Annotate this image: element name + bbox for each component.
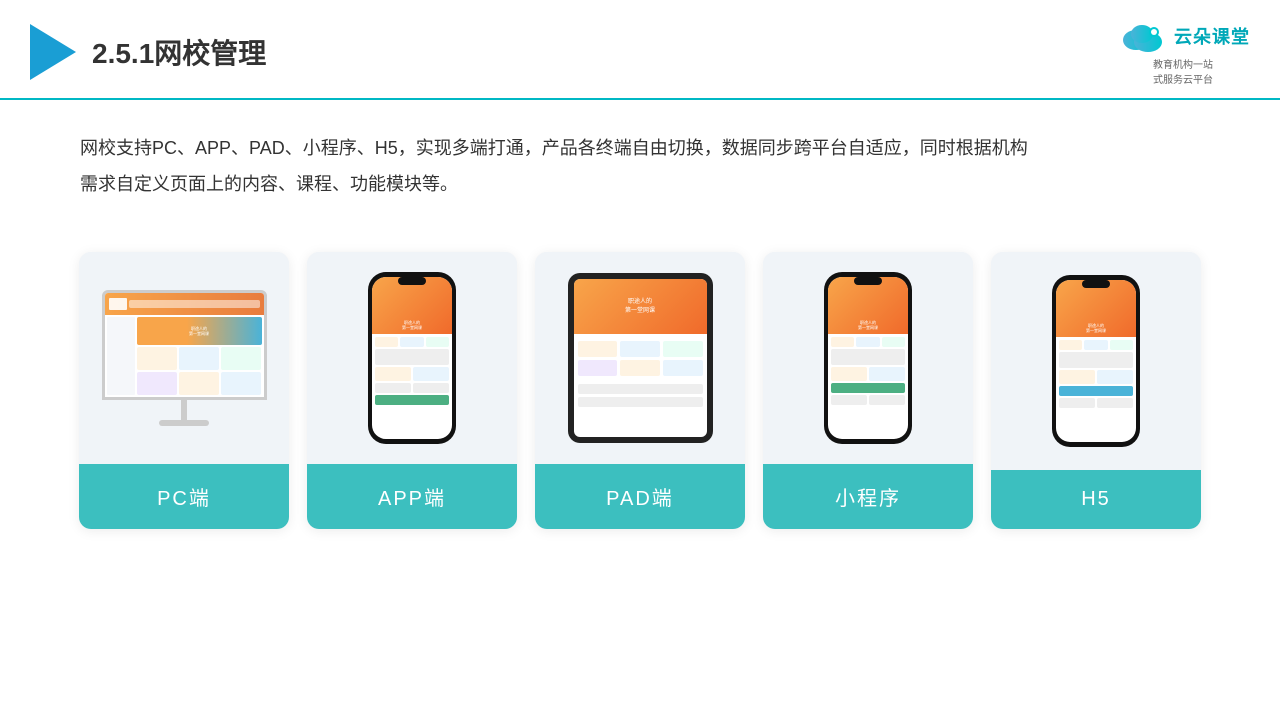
page-title: 2.5.1网校管理 — [92, 32, 266, 72]
phone-row — [1059, 386, 1133, 396]
phone-screen-text: 职途人的第一堂网课 — [402, 320, 422, 331]
phone-screen-h5: 职途人的第一堂网课 — [1056, 280, 1136, 442]
phone-block — [375, 349, 449, 365]
phone-row — [375, 383, 449, 393]
phone-content-mini — [828, 334, 908, 408]
logo-sub: 教育机构一站 式服务云平台 — [1153, 56, 1213, 86]
phone-block — [400, 337, 423, 347]
phone-row — [1059, 352, 1133, 368]
description-text: 网校支持PC、APP、PAD、小程序、H5，实现多端打通，产品各终端自由切换，数… — [0, 100, 1280, 222]
card-h5-label: H5 — [991, 470, 1201, 529]
phone-content — [372, 334, 452, 408]
phone-row — [375, 395, 449, 405]
phone-content-h5 — [1056, 337, 1136, 411]
card-miniapp: 职途人的第一堂网课 — [763, 252, 973, 529]
phone-screen-top-mini: 职途人的第一堂网课 — [828, 277, 908, 334]
phone-row — [831, 367, 905, 381]
phone-block — [856, 337, 879, 347]
phone-block — [413, 383, 449, 393]
h5-phone-illustration: 职途人的第一堂网课 — [1052, 275, 1140, 447]
phone-block — [882, 337, 905, 347]
monitor-stand — [181, 400, 187, 420]
phone-row — [375, 367, 449, 381]
logo-area: 云朵课堂 教育机构一站 式服务云平台 — [1116, 18, 1250, 86]
logo-name: 云朵课堂 — [1174, 23, 1250, 49]
phone-notch-h5 — [1082, 280, 1110, 288]
phone-notch — [398, 277, 426, 285]
cloud-logo: 云朵课堂 — [1116, 18, 1250, 54]
phone-row — [831, 349, 905, 365]
phone-block — [1097, 398, 1133, 408]
phone-block — [375, 395, 449, 405]
phone-block — [426, 337, 449, 347]
tablet-body: 职途人的第一堂网课 — [568, 273, 713, 443]
phone-block — [1084, 340, 1107, 350]
phone-screen: 职途人的第一堂网课 — [372, 277, 452, 439]
phone-block — [1059, 370, 1095, 384]
card-miniapp-image: 职途人的第一堂网课 — [763, 252, 973, 464]
monitor-body: 职途人的第一堂网课 — [102, 290, 267, 400]
phone-block — [869, 367, 905, 381]
phone-block — [831, 349, 905, 365]
phone-body-mini: 职途人的第一堂网课 — [824, 272, 912, 444]
phone-block — [869, 395, 905, 405]
phone-block — [831, 395, 867, 405]
phone-screen-top: 职途人的第一堂网课 — [372, 277, 452, 334]
phone-body-h5: 职途人的第一堂网课 — [1052, 275, 1140, 447]
header: 2.5.1网校管理 云朵课堂 教育 — [0, 0, 1280, 100]
tablet-screen-text: 职途人的第一堂网课 — [621, 294, 659, 320]
phone-block — [375, 367, 411, 381]
brand-triangle-icon — [30, 24, 76, 80]
phone-row — [831, 383, 905, 393]
header-left: 2.5.1网校管理 — [30, 24, 266, 80]
phone-row — [1059, 370, 1133, 384]
phone-row — [831, 395, 905, 405]
card-miniapp-label: 小程序 — [763, 464, 973, 529]
card-pad-label: PAD端 — [535, 464, 745, 529]
phone-row — [1059, 398, 1133, 408]
tablet-illustration: 职途人的第一堂网课 — [568, 273, 713, 443]
phone-block — [375, 337, 398, 347]
tablet-screen: 职途人的第一堂网课 — [574, 279, 707, 437]
phone-screen-mini: 职途人的第一堂网课 — [828, 277, 908, 439]
description-paragraph: 网校支持PC、APP、PAD、小程序、H5，实现多端打通，产品各终端自由切换，数… — [80, 130, 1200, 202]
phone-notch-mini — [854, 277, 882, 285]
monitor-illustration: 职途人的第一堂网课 — [102, 290, 267, 426]
card-pad-image: 职途人的第一堂网课 — [535, 252, 745, 464]
phone-block — [1097, 370, 1133, 384]
card-pc-label: PC端 — [79, 464, 289, 529]
phone-block — [1059, 340, 1082, 350]
card-pc-image: 职途人的第一堂网课 — [79, 252, 289, 464]
cards-container: 职途人的第一堂网课 — [0, 232, 1280, 549]
phone-block — [1110, 340, 1133, 350]
phone-block — [1059, 386, 1133, 396]
phone-block — [831, 367, 867, 381]
phone-block — [1059, 398, 1095, 408]
phone-screen-top-h5: 职途人的第一堂网课 — [1056, 280, 1136, 337]
phone-row — [375, 337, 449, 347]
phone-row — [375, 349, 449, 365]
phone-block — [375, 383, 411, 393]
phone-body: 职途人的第一堂网课 — [368, 272, 456, 444]
card-h5-image: 职途人的第一堂网课 — [991, 252, 1201, 470]
card-app-image: 职途人的第一堂网课 — [307, 252, 517, 464]
monitor-base — [159, 420, 209, 426]
phone-screen-text-h5: 职途人的第一堂网课 — [1086, 323, 1106, 334]
phone-row — [1059, 340, 1133, 350]
phone-row — [831, 337, 905, 347]
card-app-label: APP端 — [307, 464, 517, 529]
phone-screen-text-mini: 职途人的第一堂网课 — [858, 320, 878, 331]
phone-block — [413, 367, 449, 381]
card-pad: 职途人的第一堂网课 — [535, 252, 745, 529]
phone-block — [831, 383, 905, 393]
card-pc: 职途人的第一堂网课 — [79, 252, 289, 529]
miniapp-phone-illustration: 职途人的第一堂网课 — [824, 272, 912, 444]
cloud-icon — [1116, 18, 1168, 54]
phone-block — [1059, 352, 1133, 368]
app-phone-illustration: 职途人的第一堂网课 — [368, 272, 456, 444]
phone-block — [831, 337, 854, 347]
card-app: 职途人的第一堂网课 — [307, 252, 517, 529]
card-h5: 职途人的第一堂网课 — [991, 252, 1201, 529]
tablet-screen-top: 职途人的第一堂网课 — [574, 279, 707, 334]
